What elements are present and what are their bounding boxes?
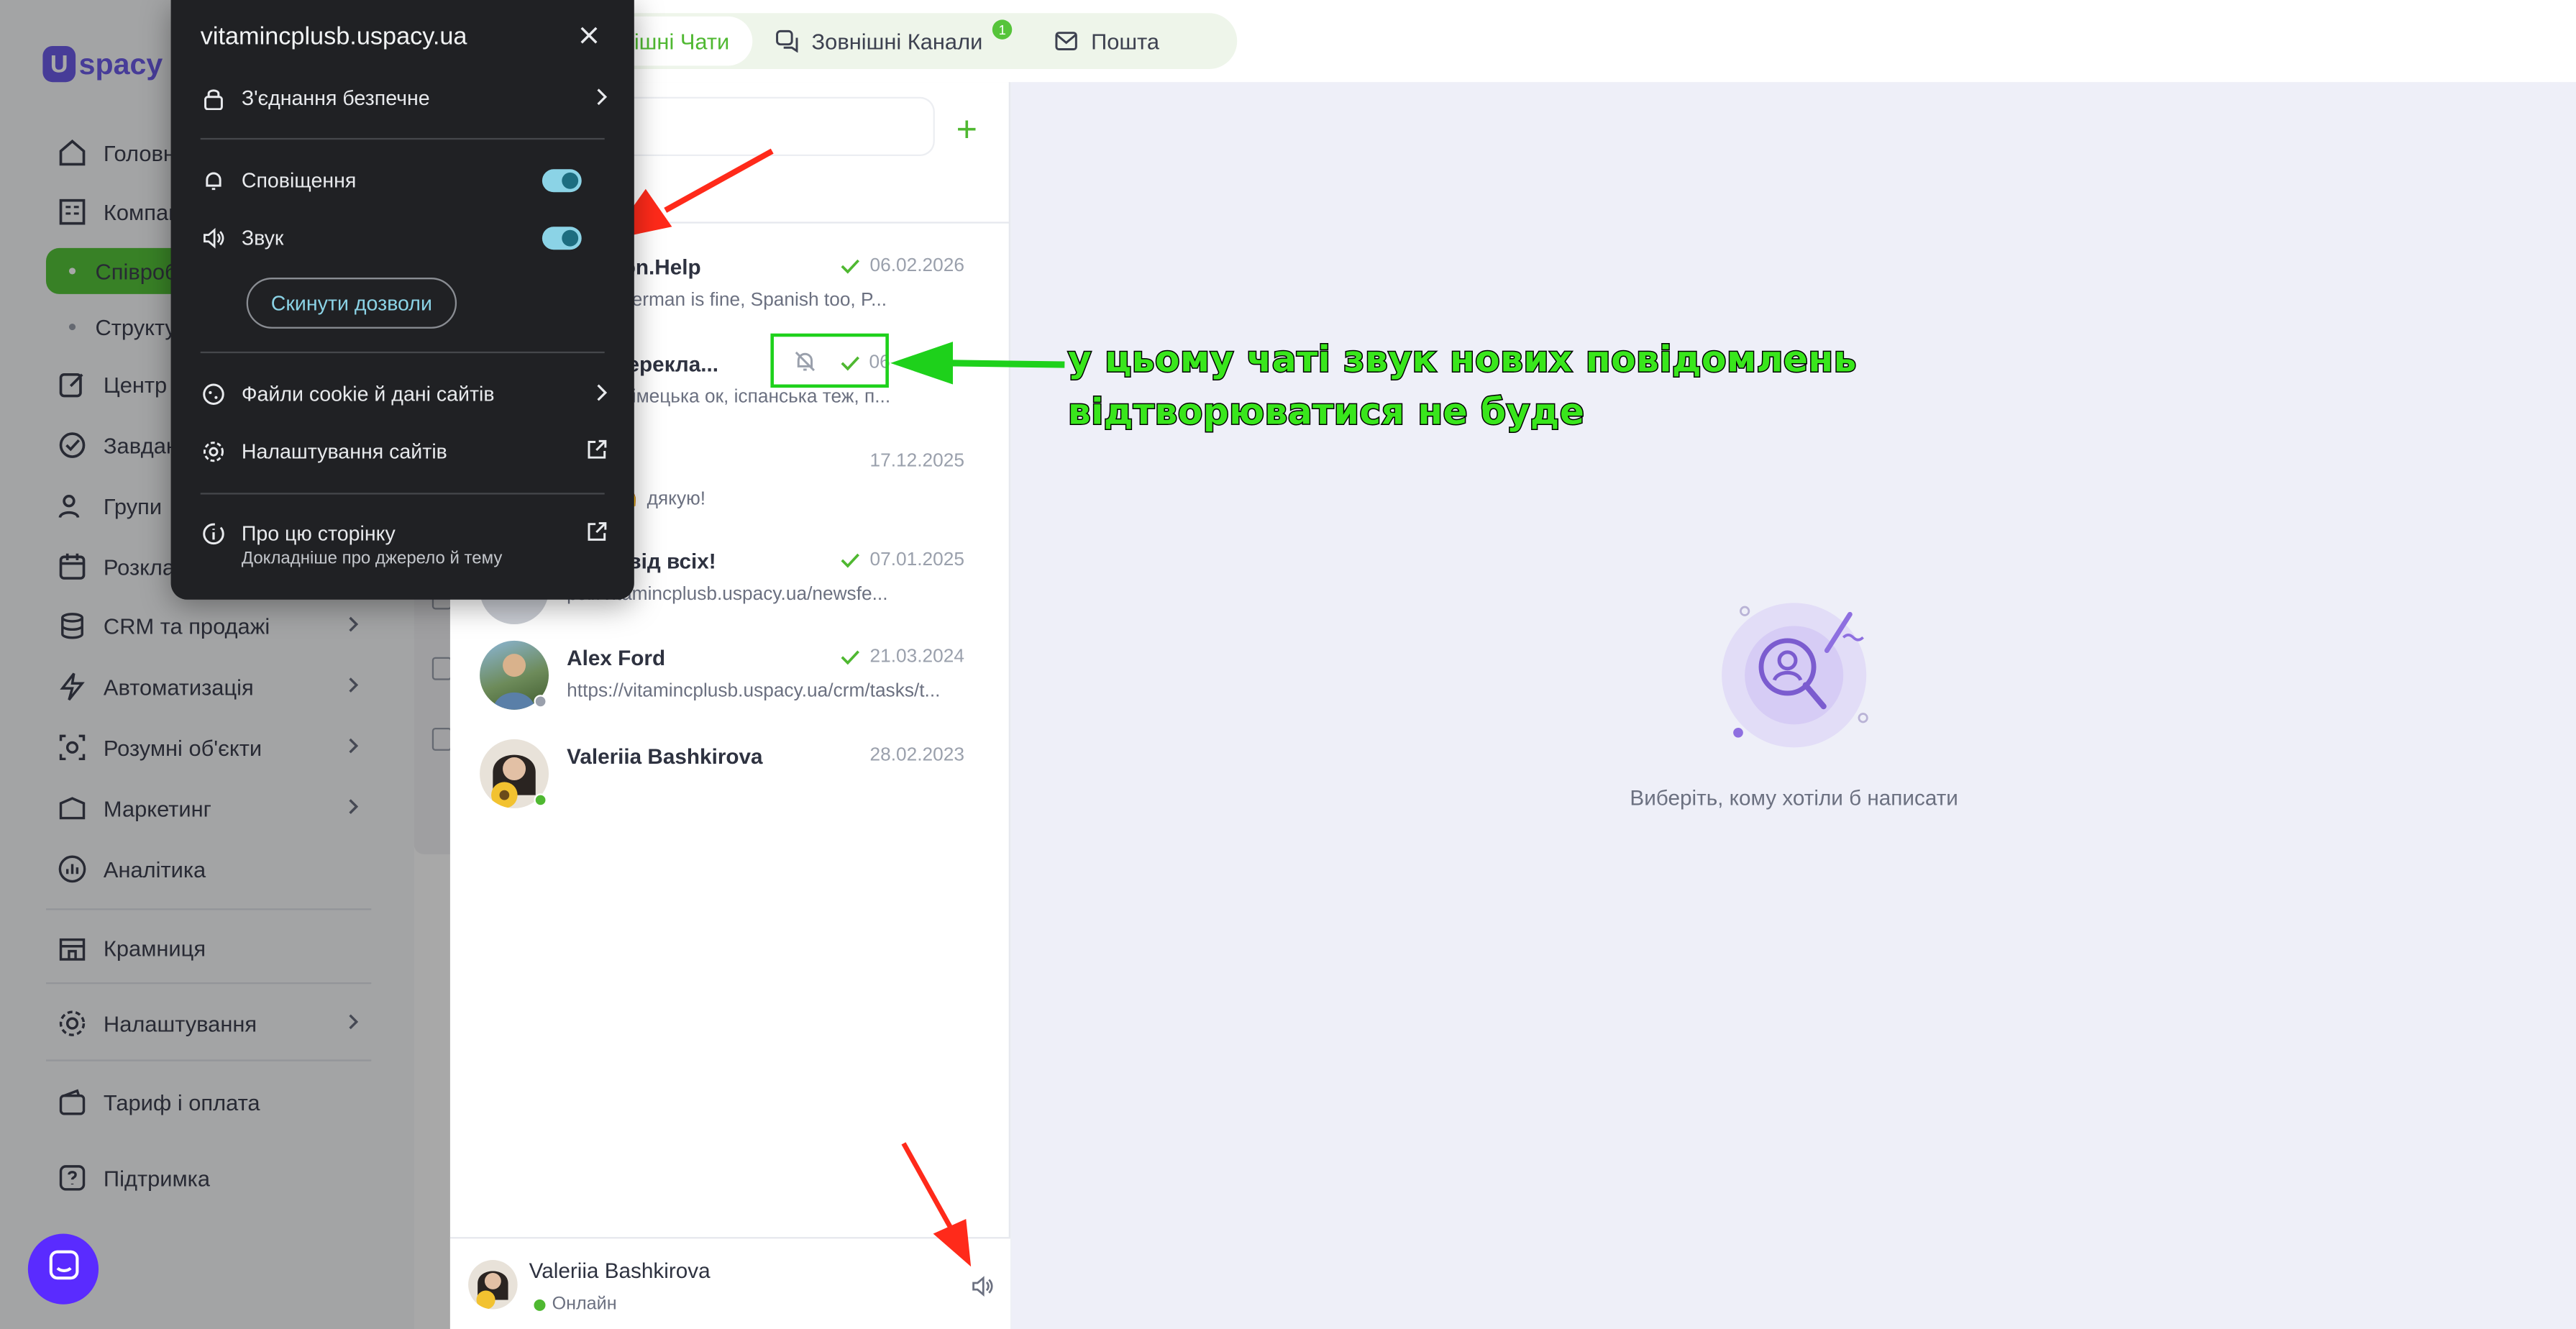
- annotation-highlight-box: [770, 333, 889, 388]
- tab-label: ішні Чати: [634, 28, 730, 54]
- search-user-illustration-icon: [1709, 591, 1889, 755]
- notifications-label: Сповіщення: [241, 169, 357, 193]
- user-status: Онлайн: [534, 1294, 617, 1315]
- lock-icon: [201, 87, 227, 111]
- chat-title: Alex Ford: [567, 645, 666, 670]
- sound-icon[interactable]: [971, 1275, 994, 1306]
- chat-bubble-icon: [47, 1248, 80, 1289]
- unread-badge: 1: [992, 19, 1013, 40]
- annotation-line: у цьому чаті звук нових повідомлень: [1067, 339, 1857, 382]
- annotation-green-arrow: [890, 342, 1065, 385]
- chat-title: Valeriia Bashkirova: [567, 744, 763, 769]
- popup-site-title: vitamincplusb.uspacy.ua: [200, 22, 467, 51]
- chat-date: 28.02.2023: [869, 746, 965, 766]
- tab-label: Пошта: [1091, 28, 1160, 54]
- cookie-icon: [201, 383, 227, 406]
- connection-secure-label: З'єднання безпечне: [241, 87, 430, 111]
- chat-item[interactable]: Valeriia Bashkirova 28.02.2023: [450, 738, 1010, 833]
- popup-divider: [200, 351, 605, 354]
- support-chat-button[interactable]: [27, 1233, 99, 1305]
- notifications-row: Сповіщення: [201, 166, 611, 196]
- bell-icon: [201, 169, 227, 192]
- chat-date: 17.12.2025: [869, 452, 965, 472]
- cookies-label: Файли cookie й дані сайтів: [241, 383, 495, 406]
- about-page-row[interactable]: Про цю сторінку: [201, 519, 611, 549]
- sound-toggle[interactable]: [542, 227, 582, 250]
- popup-divider: [200, 137, 605, 140]
- sound-label: Звук: [241, 227, 284, 250]
- chat-date: 21.03.2024: [869, 647, 965, 667]
- site-settings-label: Налаштування сайтів: [241, 440, 447, 464]
- close-icon[interactable]: [580, 27, 598, 50]
- connection-secure-row[interactable]: З'єднання безпечне: [201, 83, 611, 113]
- current-user-name: Valeriia Bashkirova: [529, 1258, 711, 1284]
- chat-date: 07.01.2025: [869, 550, 965, 570]
- tab-label: Зовнішні Канали: [811, 28, 983, 54]
- reset-permissions-button[interactable]: Скинути дозволи: [246, 278, 457, 329]
- read-check-icon: [839, 255, 861, 284]
- info-icon: [201, 522, 227, 545]
- about-page-label: Про цю сторінку: [241, 522, 396, 546]
- popup-divider: [200, 493, 605, 495]
- notifications-toggle[interactable]: [542, 169, 582, 193]
- chat-preview: https://vitamincplusb.uspacy.ua/crm/task…: [567, 681, 941, 702]
- gear-icon: [201, 440, 227, 463]
- status-online-dot: [534, 1298, 546, 1310]
- sound-row: Звук: [201, 224, 611, 253]
- chat-date: 06.02.2026: [869, 256, 965, 276]
- site-info-popup: vitamincplusb.uspacy.ua З'єднання безпеч…: [170, 0, 634, 600]
- avatar[interactable]: [468, 1260, 518, 1310]
- read-check-icon: [839, 549, 861, 578]
- cookies-row[interactable]: Файли cookie й дані сайтів: [201, 380, 611, 409]
- annotation-line: відтворюватися не буде: [1067, 391, 1585, 434]
- status-text: Онлайн: [552, 1294, 617, 1315]
- site-settings-row[interactable]: Налаштування сайтів: [201, 437, 611, 467]
- tab-mail[interactable]: Пошта: [1032, 17, 1182, 66]
- status-online-dot: [534, 793, 547, 807]
- external-link-icon: [587, 439, 608, 465]
- chat-bubbles-icon: [775, 29, 798, 53]
- page: U spacy Головна Компанія Співробітники С…: [0, 0, 2576, 1329]
- mail-icon: [1055, 31, 1078, 51]
- annotation-text: у цьому чаті звук нових повідомлень відт…: [1067, 335, 1857, 440]
- empty-state-text: Виберіть, кому хотіли б написати: [1630, 785, 1958, 810]
- about-page-subtitle: Докладніше про джерело й тему: [241, 548, 503, 569]
- chat-tabs: ішні Чати Зовнішні Канали 1 Пошта: [608, 13, 1238, 69]
- chat-item[interactable]: Alex Ford https://vitamincplusb.uspacy.u…: [450, 639, 1010, 734]
- tab-external-channels[interactable]: Зовнішні Канали 1: [752, 17, 1025, 66]
- read-check-icon: [839, 646, 861, 675]
- annotation-red-arrow: [901, 1142, 972, 1267]
- chevron-right-icon: [595, 86, 608, 111]
- new-chat-button[interactable]: +: [956, 109, 977, 151]
- external-link-icon: [587, 521, 608, 547]
- sound-icon: [201, 227, 227, 250]
- status-offline-dot: [534, 695, 547, 708]
- chevron-right-icon: [595, 382, 608, 406]
